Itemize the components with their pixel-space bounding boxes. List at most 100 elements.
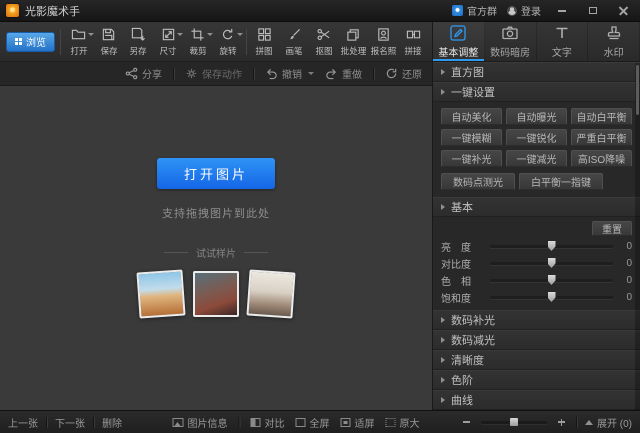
chevron-down-icon[interactable] bbox=[237, 33, 243, 36]
auto-exposure-button[interactable]: 自动曝光 bbox=[506, 108, 567, 125]
one-click-fill-light-button[interactable]: 一键补光 bbox=[441, 150, 502, 167]
reset-button[interactable]: 重置 bbox=[592, 221, 632, 236]
one-click-dim-light-button[interactable]: 一键减光 bbox=[506, 150, 567, 167]
original-size-button[interactable]: 原大 bbox=[386, 415, 420, 430]
sample-thumbnail[interactable] bbox=[193, 271, 239, 317]
toolbar-button-batch[interactable]: 批处理 bbox=[339, 24, 369, 60]
tab-basic-adjust[interactable]: 基本调整 bbox=[433, 22, 485, 61]
toolbar-button-rotate[interactable]: 旋转 bbox=[213, 24, 243, 60]
app-title: 光影魔术手 bbox=[25, 3, 80, 19]
toolbar-button-crop[interactable]: 裁剪 bbox=[183, 24, 213, 60]
auto-beautify-button[interactable]: 自动美化 bbox=[441, 108, 502, 125]
toolbar-button-save[interactable]: 保存 bbox=[94, 24, 124, 60]
section-histogram[interactable]: 直方图 bbox=[433, 62, 640, 82]
undo-button[interactable]: 撤销 bbox=[265, 66, 314, 81]
minimize-button[interactable] bbox=[551, 3, 572, 18]
toolbar-button-collage[interactable]: 拼图 bbox=[250, 24, 280, 60]
compare-button[interactable]: 对比 bbox=[251, 415, 285, 430]
official-group-button[interactable]: 官方群 bbox=[452, 3, 497, 18]
brightness-slider[interactable] bbox=[490, 245, 613, 248]
restore-button[interactable]: 还原 bbox=[385, 66, 422, 81]
login-button[interactable]: 登录 bbox=[507, 3, 541, 18]
original-size-icon bbox=[386, 418, 396, 427]
toolbar-button-label: 保存 bbox=[100, 44, 117, 56]
maximize-button[interactable] bbox=[582, 3, 603, 18]
section-label: 色阶 bbox=[451, 372, 473, 388]
save-action-button[interactable]: 保存动作 bbox=[185, 66, 242, 81]
toolbar-button-size[interactable]: 尺寸 bbox=[153, 24, 183, 60]
auto-white-balance-button[interactable]: 自动白平衡 bbox=[571, 108, 632, 125]
next-image-button[interactable]: 下一张 bbox=[55, 415, 85, 430]
section-curves[interactable]: 曲线 bbox=[433, 390, 640, 410]
sample-thumbnail[interactable] bbox=[246, 269, 295, 318]
section-basic[interactable]: 基本 bbox=[433, 197, 640, 217]
zoom-out-button[interactable] bbox=[460, 416, 473, 429]
section-levels[interactable]: 色阶 bbox=[433, 370, 640, 390]
window-body: 浏览 打开 保存 另存 bbox=[0, 22, 640, 410]
slider-thumb[interactable] bbox=[548, 258, 556, 268]
one-click-blur-button[interactable]: 一键模糊 bbox=[441, 129, 502, 146]
chevron-down-icon[interactable] bbox=[207, 33, 213, 36]
section-label: 基本 bbox=[451, 199, 473, 215]
hue-slider[interactable] bbox=[490, 279, 613, 282]
tab-digital-darkroom[interactable]: 数码暗房 bbox=[485, 22, 537, 61]
share-button[interactable]: 分享 bbox=[125, 66, 162, 81]
section-clarity[interactable]: 清晰度 bbox=[433, 350, 640, 370]
zoom-in-button[interactable] bbox=[555, 416, 568, 429]
slider-thumb[interactable] bbox=[548, 292, 556, 302]
white-balance-picker-button[interactable]: 白平衡一指键 bbox=[519, 173, 603, 190]
toolbar-button-label: 裁剪 bbox=[189, 44, 206, 56]
toolbar-button-open[interactable]: 打开 bbox=[64, 24, 94, 60]
close-button[interactable] bbox=[613, 3, 634, 18]
section-one-click[interactable]: 一键设置 bbox=[433, 82, 640, 102]
chevron-right-icon bbox=[441, 204, 445, 210]
toolbar-button-label: 拼接 bbox=[405, 44, 422, 56]
image-info-button[interactable]: 图片信息 bbox=[173, 415, 228, 430]
fit-screen-button[interactable]: 适屏 bbox=[341, 415, 375, 430]
saturation-slider-row: 饱和度 0 bbox=[433, 289, 640, 306]
sample-thumbnail[interactable] bbox=[136, 269, 185, 318]
toolbar-button-brush[interactable]: 画笔 bbox=[279, 24, 309, 60]
expand-tray-button[interactable]: 展开 (0) bbox=[585, 415, 632, 430]
chevron-down-icon[interactable] bbox=[308, 72, 314, 75]
high-iso-denoise-button[interactable]: 高ISO降噪 bbox=[571, 150, 632, 167]
redo-icon bbox=[325, 67, 338, 80]
contrast-slider[interactable] bbox=[490, 262, 613, 265]
image-canvas-dropzone[interactable]: 打开图片 支持拖拽图片到此处 试试样片 bbox=[0, 86, 432, 410]
toolbar-button-cutout[interactable]: 抠图 bbox=[309, 24, 339, 60]
slider-label: 色 相 bbox=[441, 273, 483, 288]
one-click-sharpen-button[interactable]: 一键锐化 bbox=[506, 129, 567, 146]
tab-watermark[interactable]: 水印 bbox=[588, 22, 640, 61]
section-dim-light[interactable]: 数码减光 bbox=[433, 330, 640, 350]
zoom-slider[interactable] bbox=[481, 421, 547, 424]
zoom-slider-thumb[interactable] bbox=[510, 418, 518, 426]
section-fill-light[interactable]: 数码补光 bbox=[433, 310, 640, 330]
slider-thumb[interactable] bbox=[548, 241, 556, 251]
statusbar-separator bbox=[239, 417, 240, 428]
spot-metering-button[interactable]: 数码点测光 bbox=[441, 173, 515, 190]
slider-thumb[interactable] bbox=[548, 275, 556, 285]
chevron-down-icon[interactable] bbox=[88, 33, 94, 36]
open-image-button[interactable]: 打开图片 bbox=[157, 158, 275, 189]
previous-image-button[interactable]: 上一张 bbox=[8, 415, 38, 430]
panel-scrollbar[interactable] bbox=[635, 63, 640, 410]
app-window: 光影魔术手 官方群 登录 浏览 bbox=[0, 0, 640, 433]
toolbar-button-stitch[interactable]: 拼接 bbox=[398, 24, 428, 60]
chevron-right-icon bbox=[441, 317, 445, 323]
toolbar-button-id-photo[interactable]: 报名照 bbox=[369, 24, 399, 60]
saturation-slider[interactable] bbox=[490, 296, 613, 299]
watermark-stamp-icon bbox=[605, 24, 623, 42]
browse-button[interactable]: 浏览 bbox=[6, 32, 55, 52]
adjustment-panel: 基本调整 数码暗房 文字 水印 直方图 bbox=[432, 22, 640, 410]
fullscreen-button[interactable]: 全屏 bbox=[296, 415, 330, 430]
redo-button[interactable]: 重做 bbox=[325, 66, 362, 81]
original-size-label: 原大 bbox=[400, 415, 420, 430]
statusbar-separator bbox=[46, 417, 47, 428]
severe-white-balance-button[interactable]: 严重白平衡 bbox=[571, 129, 632, 146]
tab-text[interactable]: 文字 bbox=[537, 22, 589, 61]
compare-label: 对比 bbox=[265, 415, 285, 430]
delete-image-button[interactable]: 删除 bbox=[102, 415, 122, 430]
scrollbar-thumb[interactable] bbox=[636, 65, 639, 115]
statusbar-right: 展开 (0) bbox=[460, 415, 632, 430]
toolbar-button-save-as[interactable]: 另存 bbox=[124, 24, 154, 60]
